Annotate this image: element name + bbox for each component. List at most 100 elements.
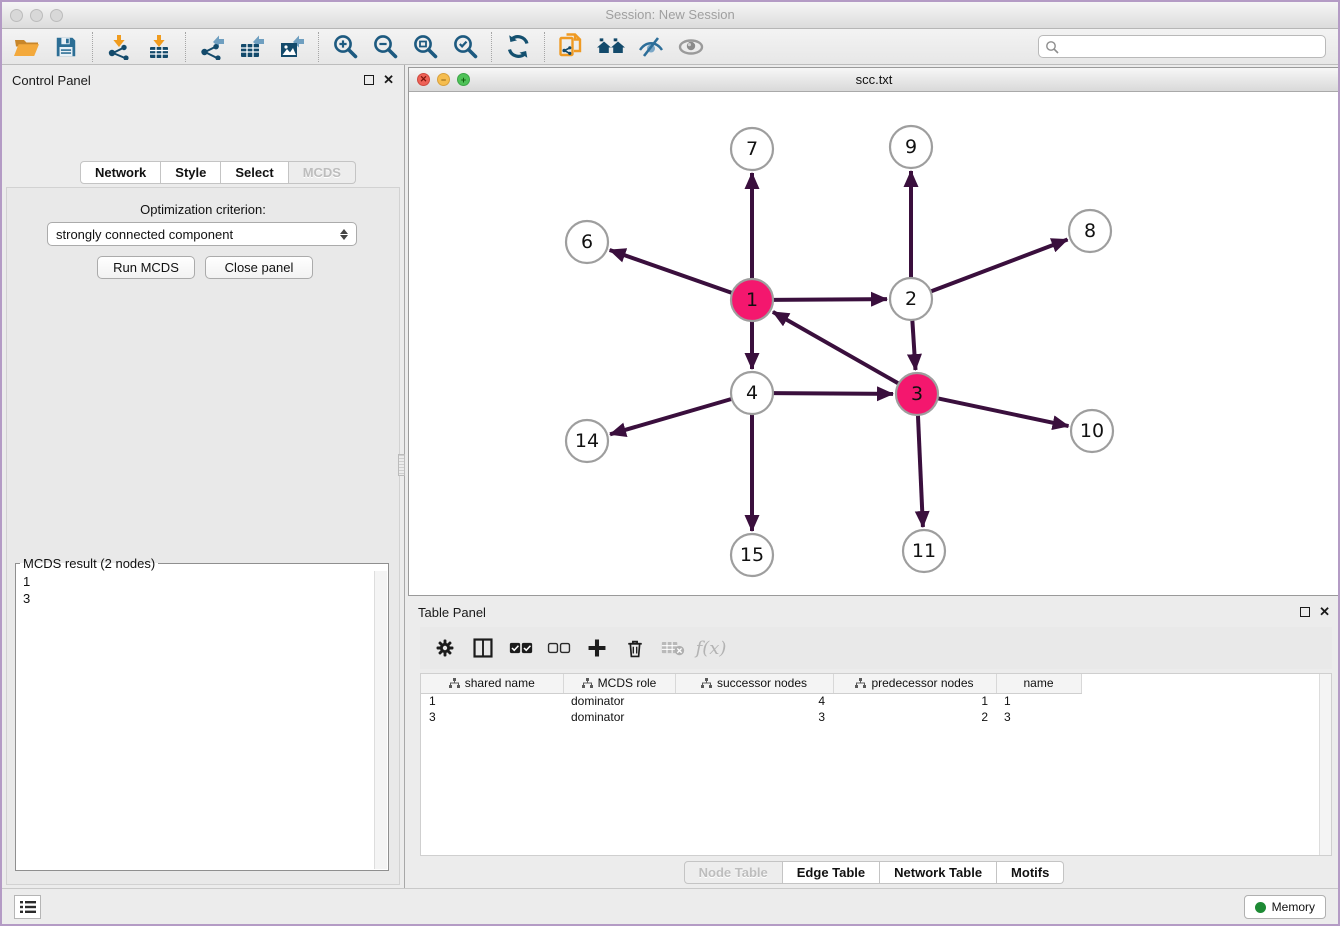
column-header-mcds-role[interactable]: MCDS role — [563, 674, 675, 693]
table-panel-title: Table Panel — [418, 605, 486, 620]
memory-label: Memory — [1272, 900, 1315, 914]
export-network-icon[interactable] — [192, 31, 232, 63]
zoom-out-icon[interactable] — [365, 31, 405, 63]
first-neighbors-icon[interactable] — [591, 31, 631, 63]
search-box[interactable] — [1038, 35, 1326, 58]
search-input[interactable] — [1059, 40, 1325, 54]
refresh-view-icon[interactable] — [498, 31, 538, 63]
graph-edge-2-8[interactable] — [931, 240, 1068, 292]
panel-splitter-grip[interactable] — [398, 454, 405, 476]
tab-mcds[interactable]: MCDS — [289, 161, 356, 184]
table-scrollbar[interactable] — [1319, 674, 1331, 855]
column-type-icon — [701, 678, 712, 689]
import-network-icon[interactable] — [99, 31, 139, 63]
window-titlebar: Session: New Session — [2, 2, 1338, 29]
network-view-window: ✕ − + scc.txt 1234678910111415 — [408, 67, 1340, 596]
toolbar-separator — [185, 32, 186, 62]
close-panel-button[interactable]: Close panel — [205, 256, 313, 279]
add-column-icon[interactable] — [580, 631, 614, 665]
table-panel: Table Panel ✕ — [408, 597, 1340, 892]
column-header-shared-name[interactable]: shared name — [421, 674, 563, 693]
node-table: shared name MCDS role successor nodes pr… — [420, 673, 1332, 856]
toolbar-separator — [318, 32, 319, 62]
list-icon — [20, 900, 36, 914]
node-table-grid: shared name MCDS role successor nodes pr… — [421, 674, 1082, 725]
show-columns-icon[interactable] — [466, 631, 500, 665]
zoom-fit-icon[interactable] — [405, 31, 445, 63]
tab-network-table[interactable]: Network Table — [880, 861, 997, 884]
delete-table-icon[interactable] — [656, 631, 690, 665]
apply-function-icon[interactable]: f(x) — [694, 631, 728, 665]
hide-selected-icon[interactable] — [631, 31, 671, 63]
run-mcds-button[interactable]: Run MCDS — [97, 256, 195, 279]
table-header-row: shared name MCDS role successor nodes pr… — [421, 674, 1081, 693]
column-header-name[interactable]: name — [996, 674, 1081, 693]
open-session-icon[interactable] — [6, 31, 46, 63]
graph-node-label-4: 4 — [746, 382, 758, 404]
delete-columns-icon[interactable] — [618, 631, 652, 665]
main-toolbar — [2, 29, 1338, 65]
table-toolbar: f(x) — [420, 627, 1332, 669]
float-table-panel-icon[interactable] — [1300, 607, 1310, 617]
network-canvas[interactable]: 1234678910111415 — [409, 92, 1339, 595]
save-session-icon[interactable] — [46, 31, 86, 63]
tab-edge-table[interactable]: Edge Table — [783, 861, 880, 884]
column-header-predecessor-nodes[interactable]: predecessor nodes — [833, 674, 996, 693]
status-bar: Memory — [2, 888, 1338, 924]
tab-motifs[interactable]: Motifs — [997, 861, 1064, 884]
table-row[interactable]: 1 dominator 4 1 1 — [421, 693, 1081, 709]
network-window-title: scc.txt — [409, 72, 1339, 87]
graph-edge-3-10[interactable] — [938, 398, 1069, 426]
application-window: Session: New Session — [0, 0, 1340, 926]
show-all-icon[interactable] — [671, 31, 711, 63]
close-table-panel-icon[interactable]: ✕ — [1319, 607, 1330, 617]
table-row[interactable]: 3 dominator 3 2 3 — [421, 709, 1081, 725]
result-scrollbar[interactable] — [374, 571, 387, 869]
tab-select[interactable]: Select — [221, 161, 288, 184]
graph-edge-1-6[interactable] — [610, 250, 733, 293]
zoom-selected-icon[interactable] — [445, 31, 485, 63]
graph-edge-3-11[interactable] — [918, 415, 923, 527]
network-window-titlebar: ✕ − + scc.txt — [409, 68, 1339, 92]
column-type-icon — [582, 678, 593, 689]
float-panel-icon[interactable] — [364, 75, 374, 85]
memory-status-icon — [1255, 902, 1266, 913]
toolbar-separator — [92, 32, 93, 62]
clone-network-icon[interactable] — [551, 31, 591, 63]
graph-edge-4-3[interactable] — [773, 393, 893, 394]
control-panel: Control Panel ✕ Network Style Select MCD… — [2, 65, 405, 888]
graph-edge-3-1[interactable] — [773, 312, 899, 384]
table-tabs: Node Table Edge Table Network Table Moti… — [408, 861, 1340, 884]
mcds-result-title: MCDS result (2 nodes) — [20, 556, 158, 571]
tab-node-table[interactable]: Node Table — [684, 861, 783, 884]
zoom-in-icon[interactable] — [325, 31, 365, 63]
task-history-button[interactable] — [14, 895, 41, 919]
export-image-icon[interactable] — [272, 31, 312, 63]
column-type-icon — [449, 678, 460, 689]
tab-network[interactable]: Network — [80, 161, 161, 184]
mcds-result-text[interactable]: 1 3 — [17, 571, 374, 869]
mcds-panel: Optimization criterion: strongly connect… — [6, 187, 400, 885]
memory-button[interactable]: Memory — [1244, 895, 1326, 919]
network-graph: 1234678910111415 — [409, 92, 1339, 596]
select-stepper-icon — [340, 229, 348, 240]
column-header-successor-nodes[interactable]: successor nodes — [675, 674, 833, 693]
toolbar-separator — [491, 32, 492, 62]
unselect-all-columns-icon[interactable] — [542, 631, 576, 665]
close-panel-icon[interactable]: ✕ — [383, 75, 394, 85]
graph-node-label-3: 3 — [911, 383, 923, 405]
toolbar-separator — [544, 32, 545, 62]
graph-edge-1-2[interactable] — [773, 299, 887, 300]
graph-node-label-15: 15 — [740, 544, 764, 566]
graph-node-label-14: 14 — [575, 430, 599, 452]
graph-edge-2-3[interactable] — [912, 320, 915, 370]
criterion-select[interactable]: strongly connected component — [47, 222, 357, 246]
window-title: Session: New Session — [2, 7, 1338, 22]
graph-node-label-1: 1 — [746, 289, 758, 311]
table-options-gear-icon[interactable] — [428, 631, 462, 665]
graph-edge-4-14[interactable] — [610, 399, 732, 434]
export-table-icon[interactable] — [232, 31, 272, 63]
select-all-columns-icon[interactable] — [504, 631, 538, 665]
tab-style[interactable]: Style — [161, 161, 221, 184]
import-table-icon[interactable] — [139, 31, 179, 63]
